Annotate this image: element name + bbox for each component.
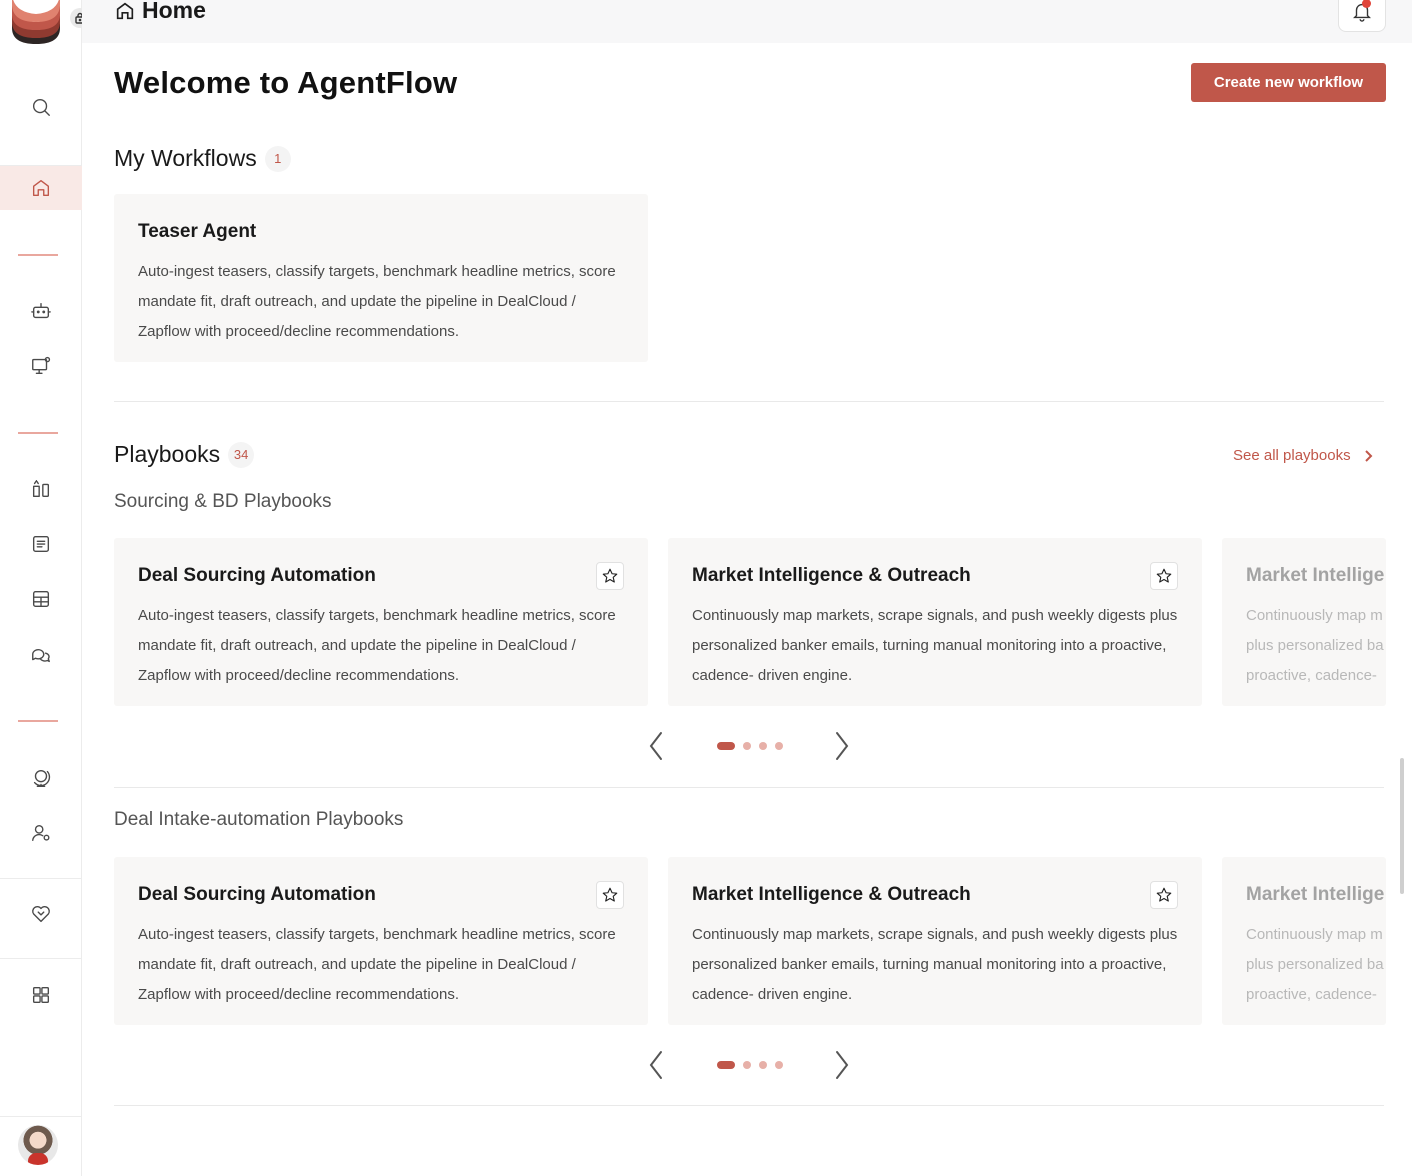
favorite-button[interactable] bbox=[1150, 881, 1178, 909]
create-workflow-button[interactable]: Create new workflow bbox=[1191, 63, 1386, 102]
star-icon bbox=[602, 887, 618, 902]
sidebar-divider bbox=[18, 720, 58, 722]
chevron-right-icon bbox=[836, 732, 849, 760]
card-description: Auto-ingest teasers, classify targets, b… bbox=[138, 926, 616, 1003]
carousel-prev-button[interactable] bbox=[642, 728, 672, 764]
playbooks-heading: Playbooks 34 bbox=[114, 441, 255, 468]
card-description-line: plus personalized ba bbox=[1246, 637, 1384, 654]
chevron-right-icon bbox=[836, 1051, 849, 1079]
favorite-button[interactable] bbox=[596, 881, 624, 909]
robot-icon[interactable] bbox=[0, 289, 82, 333]
page-dot[interactable] bbox=[775, 742, 783, 750]
sidebar bbox=[0, 0, 90, 1176]
monitor-settings-icon[interactable] bbox=[0, 344, 82, 388]
search-icon[interactable] bbox=[0, 85, 82, 129]
page-dot[interactable] bbox=[775, 1061, 783, 1069]
card-description: Continuously map m plus personalized ba … bbox=[1246, 601, 1384, 691]
logo bbox=[12, 0, 60, 44]
sidebar-item-home[interactable] bbox=[0, 166, 82, 210]
chevron-right-icon bbox=[1364, 449, 1372, 462]
handshake-icon[interactable] bbox=[0, 892, 82, 936]
compare-icon[interactable] bbox=[0, 467, 82, 511]
card-title: Teaser Agent bbox=[138, 221, 257, 242]
avatar[interactable] bbox=[18, 1125, 58, 1165]
apps-grid-icon[interactable] bbox=[0, 973, 82, 1017]
card-description-line: Continuously map m bbox=[1246, 607, 1383, 624]
document-icon[interactable] bbox=[0, 522, 82, 566]
card-title: Market Intelligence & Outreach bbox=[692, 884, 971, 905]
page-dot[interactable] bbox=[743, 1061, 751, 1069]
sidebar-divider bbox=[18, 432, 58, 434]
page-dot[interactable] bbox=[717, 742, 735, 750]
card-description: Continuously map markets, scrape signals… bbox=[692, 926, 1178, 1003]
notifications-button[interactable] bbox=[1338, 0, 1386, 32]
playbook-card-partial[interactable]: Market Intellige Continuously map m plus… bbox=[1222, 857, 1386, 1025]
carousel-next-button[interactable] bbox=[826, 728, 856, 764]
playbook-card[interactable]: Deal Sourcing Automation Auto-ingest tea… bbox=[114, 857, 648, 1025]
page-dot[interactable] bbox=[759, 1061, 767, 1069]
star-icon bbox=[602, 568, 618, 583]
chevron-left-icon bbox=[649, 1051, 662, 1079]
favorite-button[interactable] bbox=[1150, 562, 1178, 590]
playbook-group-title: Deal Intake-automation Playbooks bbox=[114, 809, 404, 830]
playbook-count-badge: 34 bbox=[228, 441, 255, 468]
playbook-card[interactable]: Deal Sourcing Automation Auto-ingest tea… bbox=[114, 538, 648, 706]
card-title: Market Intellige bbox=[1246, 565, 1385, 586]
globe-icon[interactable] bbox=[0, 756, 82, 800]
favorite-button[interactable] bbox=[596, 562, 624, 590]
card-description: Auto-ingest teasers, classify targets, b… bbox=[138, 263, 616, 340]
carousel-pagination bbox=[717, 742, 783, 750]
see-all-playbooks-link[interactable]: See all playbooks bbox=[1233, 447, 1375, 464]
playbook-card[interactable]: Market Intelligence & Outreach Continuou… bbox=[668, 538, 1202, 706]
page-dot[interactable] bbox=[759, 742, 767, 750]
home-icon bbox=[32, 179, 50, 197]
card-description: Continuously map m plus personalized ba … bbox=[1246, 920, 1384, 1010]
card-title: Deal Sourcing Automation bbox=[138, 565, 376, 586]
card-description-line: proactive, cadence- bbox=[1246, 986, 1377, 1003]
card-description-line: proactive, cadence- bbox=[1246, 667, 1377, 684]
page-title: Welcome to AgentFlow bbox=[114, 65, 458, 100]
divider bbox=[114, 1105, 1384, 1106]
playbook-card[interactable]: Market Intelligence & Outreach Continuou… bbox=[668, 857, 1202, 1025]
top-bar: Home bbox=[82, 0, 1412, 43]
table-icon[interactable] bbox=[0, 577, 82, 621]
card-description: Auto-ingest teasers, classify targets, b… bbox=[138, 607, 616, 684]
star-icon bbox=[1156, 568, 1172, 583]
playbook-group-title: Sourcing & BD Playbooks bbox=[114, 491, 332, 512]
card-title: Market Intellige bbox=[1246, 884, 1385, 905]
workflow-count-badge: 1 bbox=[264, 145, 291, 172]
my-workflows-heading: My Workflows 1 bbox=[114, 145, 291, 172]
breadcrumb-label: Home bbox=[142, 0, 206, 23]
card-title: Deal Sourcing Automation bbox=[138, 884, 376, 905]
chevron-left-icon bbox=[649, 732, 662, 760]
see-all-label: See all playbooks bbox=[1233, 447, 1351, 464]
card-description-line: plus personalized ba bbox=[1246, 956, 1384, 973]
chat-icon[interactable] bbox=[0, 633, 82, 677]
divider bbox=[114, 401, 1384, 402]
carousel-next-button[interactable] bbox=[826, 1047, 856, 1083]
scrollbar[interactable] bbox=[1400, 758, 1404, 894]
workflow-card[interactable]: Teaser Agent Auto-ingest teasers, classi… bbox=[114, 194, 648, 362]
card-title: Market Intelligence & Outreach bbox=[692, 565, 971, 586]
section-title: Playbooks bbox=[114, 441, 221, 467]
carousel-pagination bbox=[717, 1061, 783, 1069]
section-title: My Workflows bbox=[114, 145, 257, 171]
page-dot[interactable] bbox=[717, 1061, 735, 1069]
sidebar-divider bbox=[18, 254, 58, 256]
star-icon bbox=[1156, 887, 1172, 902]
home-icon bbox=[116, 2, 134, 19]
card-description: Continuously map markets, scrape signals… bbox=[692, 607, 1178, 684]
user-settings-icon[interactable] bbox=[0, 811, 82, 855]
divider bbox=[114, 787, 1384, 788]
carousel-prev-button[interactable] bbox=[642, 1047, 672, 1083]
playbook-card-partial[interactable]: Market Intellige Continuously map m plus… bbox=[1222, 538, 1386, 706]
card-description-line: Continuously map m bbox=[1246, 926, 1383, 943]
breadcrumb[interactable]: Home bbox=[114, 0, 206, 24]
page-dot[interactable] bbox=[743, 742, 751, 750]
